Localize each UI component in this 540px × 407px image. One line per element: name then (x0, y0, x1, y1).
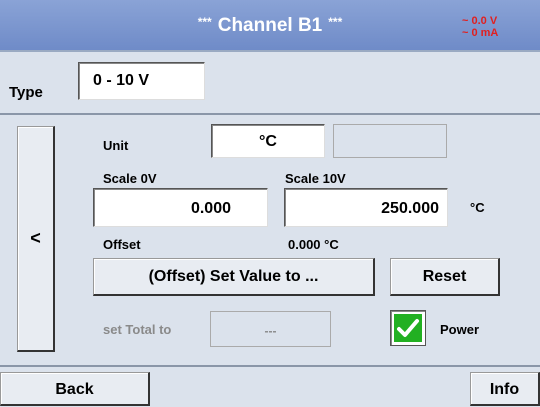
unit-label: Unit (103, 138, 129, 153)
divider-top (0, 113, 540, 115)
page-title: *** Channel B1 *** (0, 0, 540, 52)
status-current: ~ 0 mA (462, 27, 499, 39)
scale-0v-label: Scale 0V (103, 171, 157, 186)
offset-value: 0.000 °C (288, 237, 339, 252)
scale-10v-label: Scale 10V (285, 171, 346, 186)
reset-button[interactable]: Reset (390, 258, 500, 296)
previous-button[interactable]: < (17, 126, 55, 352)
info-button[interactable]: Info (470, 372, 540, 406)
type-label: Type (9, 84, 43, 101)
scale-10v-field[interactable]: 250.000 (284, 188, 448, 227)
scale-0v-field[interactable]: 0.000 (93, 188, 268, 227)
type-select[interactable]: 0 - 10 V (78, 62, 205, 100)
set-total-field: --- (210, 311, 331, 347)
offset-label: Offset (103, 237, 141, 252)
checkmark-icon (394, 314, 422, 342)
set-total-label: set Total to (103, 322, 172, 337)
channel-title: Channel B1 (217, 15, 323, 36)
title-stars-left: *** (197, 15, 212, 29)
scale-unit-label: °C (470, 200, 485, 215)
unit-secondary-field (333, 124, 447, 158)
power-checkbox[interactable] (390, 310, 426, 346)
status-readout: ~ 0.0 V ~ 0 mA (462, 15, 532, 39)
set-offset-button[interactable]: (Offset) Set Value to ... (93, 258, 375, 296)
title-stars-right: *** (328, 15, 343, 29)
back-button[interactable]: Back (0, 372, 150, 406)
divider-bottom (0, 365, 540, 367)
power-label: Power (440, 322, 480, 337)
status-voltage: ~ 0.0 V (462, 15, 498, 27)
unit-field[interactable]: °C (211, 124, 325, 158)
